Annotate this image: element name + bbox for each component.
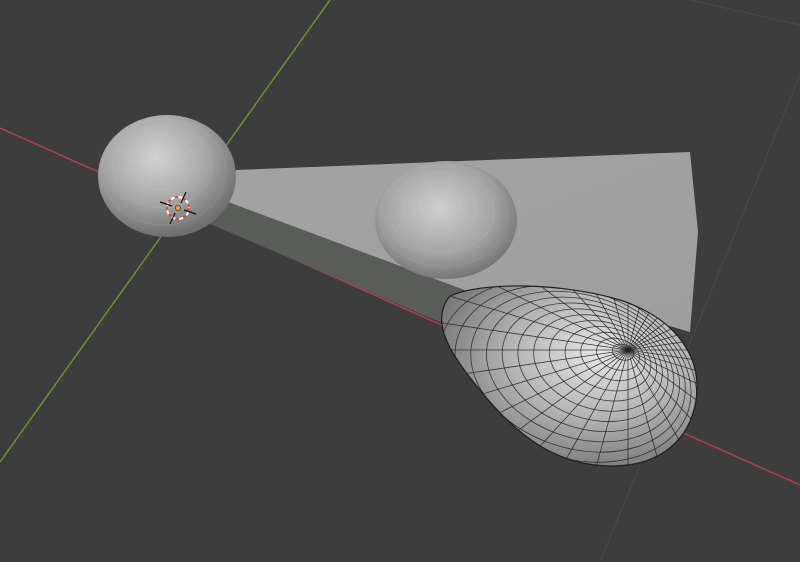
viewport-canvas[interactable]: [0, 0, 800, 562]
3d-viewport[interactable]: [0, 0, 800, 562]
sphere-center[interactable]: [375, 161, 517, 279]
sphere-left[interactable]: [98, 115, 236, 237]
